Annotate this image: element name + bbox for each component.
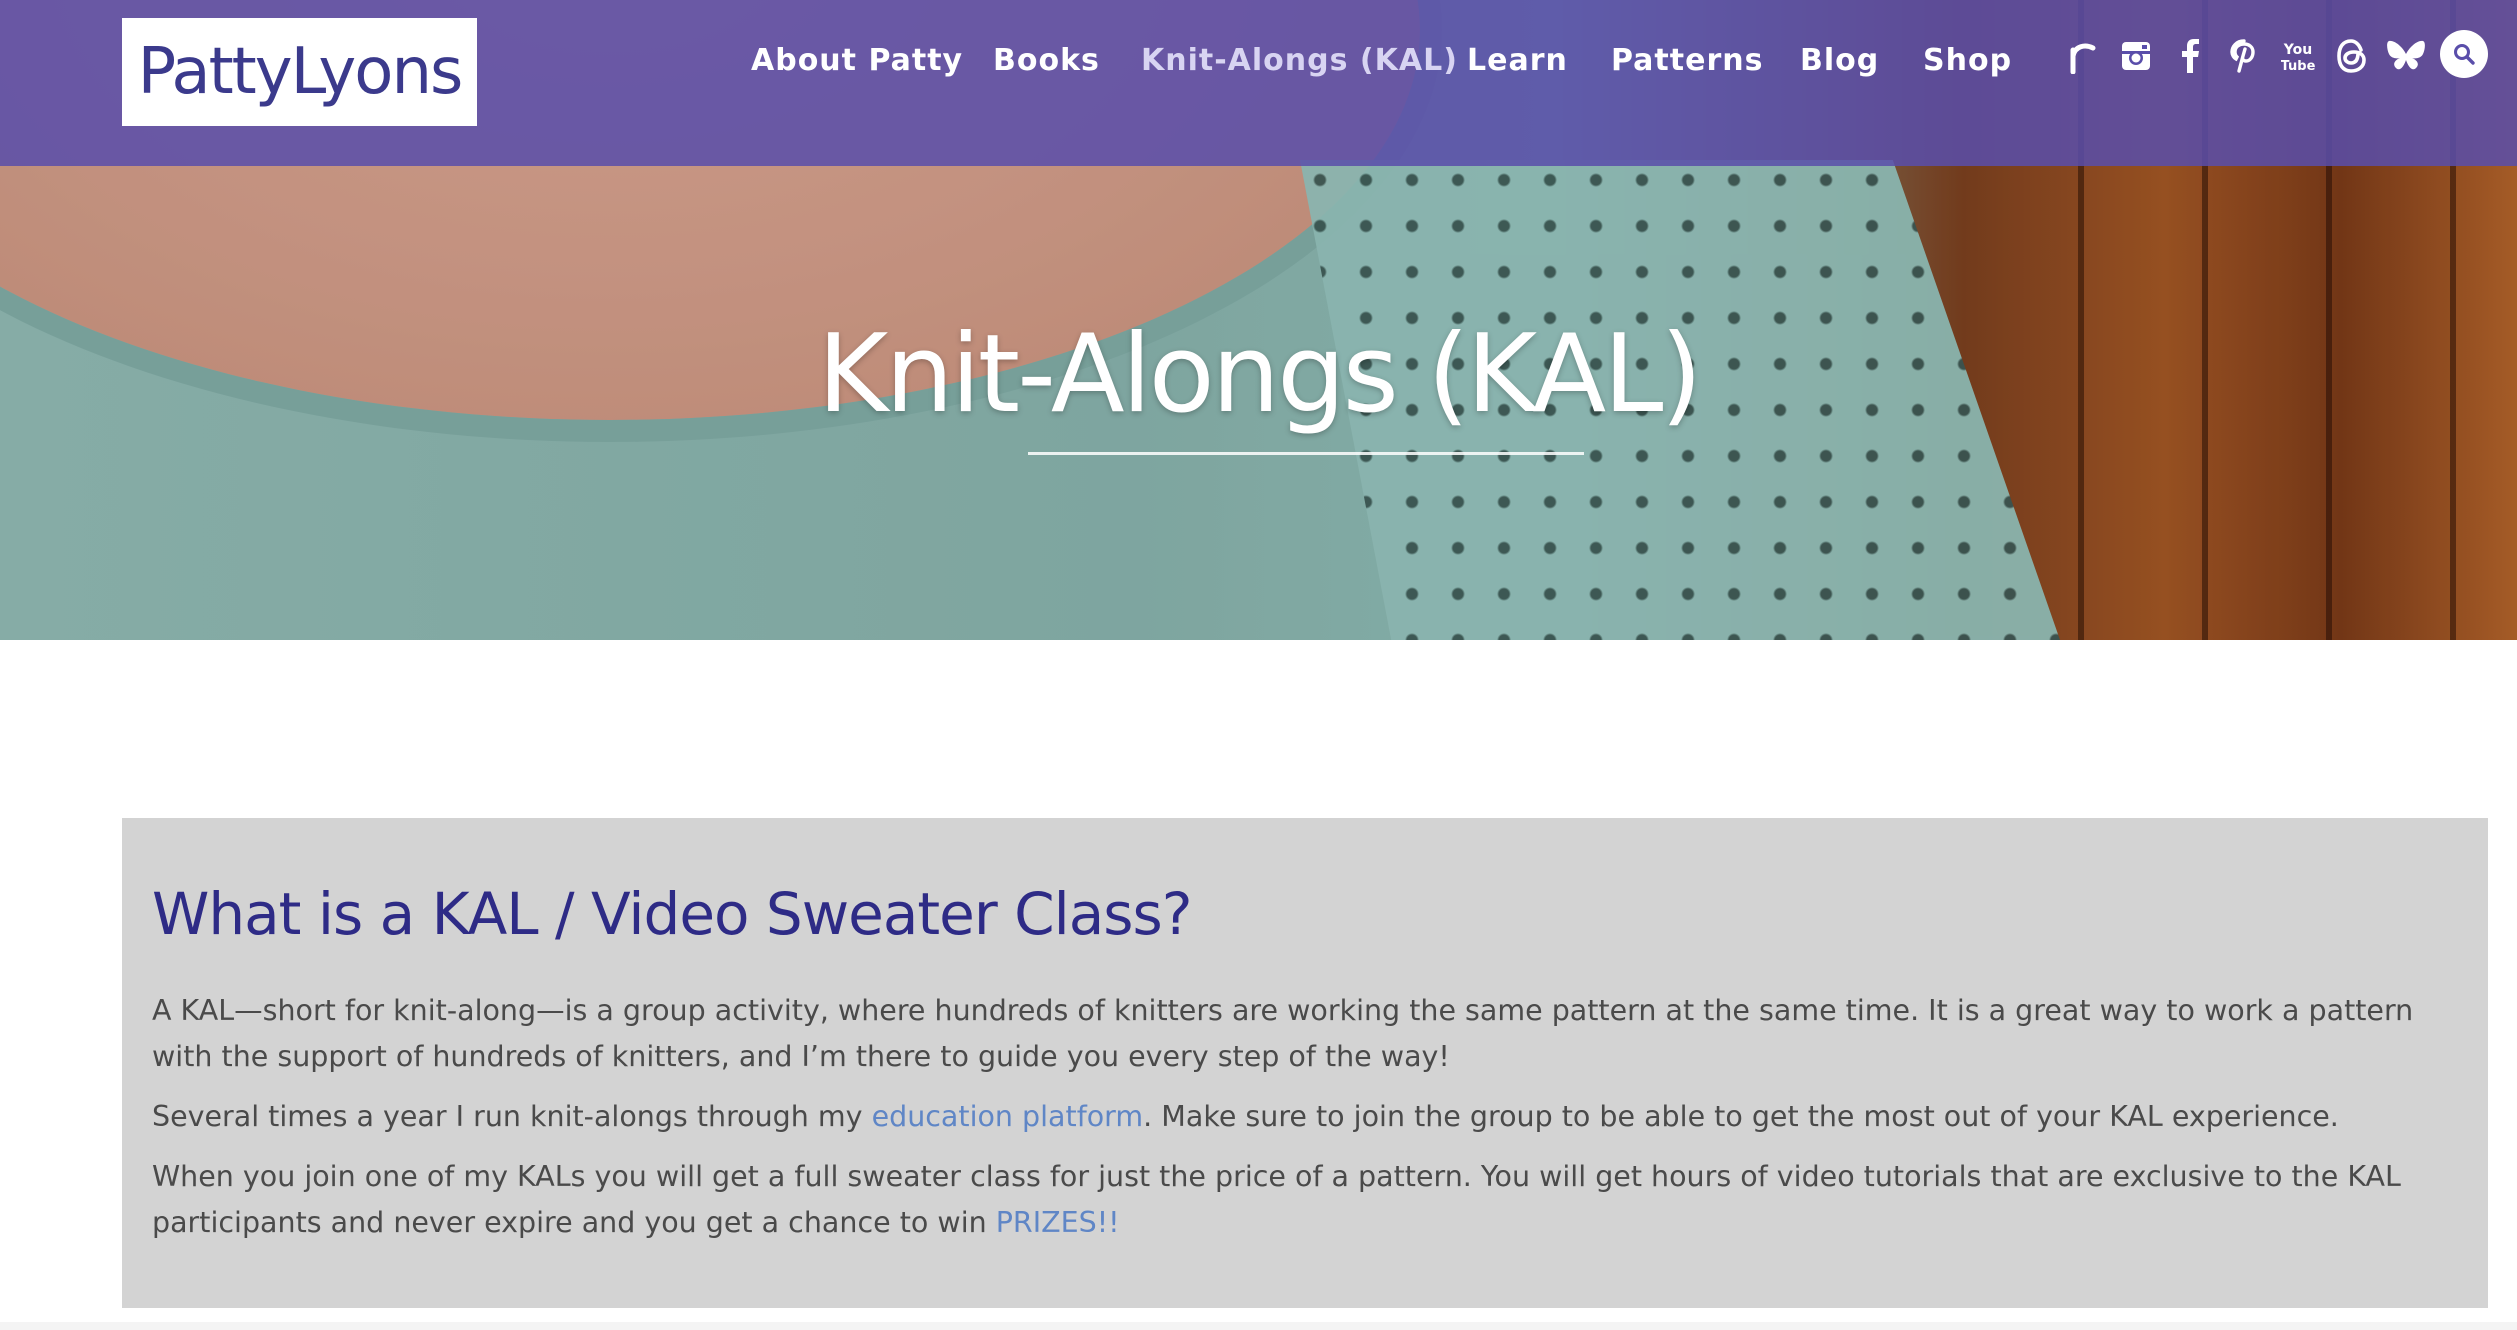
page-title: Knit-Alongs (KAL) — [817, 312, 1702, 437]
search-button[interactable] — [2440, 30, 2488, 78]
nav-item-books[interactable]: Books — [993, 36, 1100, 86]
nav-item-about-patty[interactable]: About Patty — [751, 36, 963, 86]
instagram-icon[interactable] — [2114, 30, 2158, 82]
nav-item-patterns[interactable]: Patterns — [1611, 36, 1763, 86]
paragraph-intro: A KAL—short for knit-along—is a group ac… — [152, 994, 2414, 1073]
nav-item-knit-alongs[interactable]: Knit-Alongs (KAL) — [1141, 36, 1458, 86]
prizes-link[interactable]: PRIZES!! — [996, 1206, 1120, 1239]
section-heading: What is a KAL / Video Sweater Class? — [152, 880, 1193, 948]
paragraph-platform-text-2: . Make sure to join the group to be able… — [1143, 1100, 2339, 1133]
education-platform-link[interactable]: education platform — [872, 1100, 1144, 1133]
title-underline — [1028, 452, 1584, 455]
youtube-text-bottom: Tube — [2281, 59, 2315, 74]
nav-item-shop[interactable]: Shop — [1923, 36, 2012, 86]
facebook-icon[interactable] — [2168, 30, 2212, 82]
nav-item-blog[interactable]: Blog — [1800, 36, 1879, 86]
site-logo[interactable]: PattyLyons — [122, 18, 477, 126]
youtube-text-top: You — [2283, 42, 2312, 58]
ravelry-icon[interactable] — [2060, 30, 2104, 82]
paragraph-platform-text-1: Several times a year I run knit-alongs t… — [152, 1100, 872, 1133]
threads-icon[interactable] — [2330, 30, 2374, 82]
pinterest-icon[interactable] — [2222, 30, 2266, 82]
paragraph-platform: Several times a year I run knit-alongs t… — [152, 1094, 2458, 1140]
youtube-icon[interactable]: You Tube — [2276, 30, 2320, 82]
bluesky-icon[interactable] — [2384, 30, 2428, 82]
nav-item-learn[interactable]: Learn — [1467, 36, 1568, 86]
kal-info-card: What is a KAL / Video Sweater Class? A K… — [122, 818, 2488, 1308]
paragraph-benefits: When you join one of my KALs you will ge… — [152, 1154, 2458, 1246]
paragraph-benefits-text: When you join one of my KALs you will ge… — [152, 1160, 2401, 1239]
site-header: PattyLyons About Patty Books Knit-Alongs… — [0, 0, 2517, 166]
search-icon — [2454, 44, 2475, 65]
logo-text: PattyLyons — [137, 35, 464, 109]
page-bottom-edge — [0, 1322, 2517, 1330]
